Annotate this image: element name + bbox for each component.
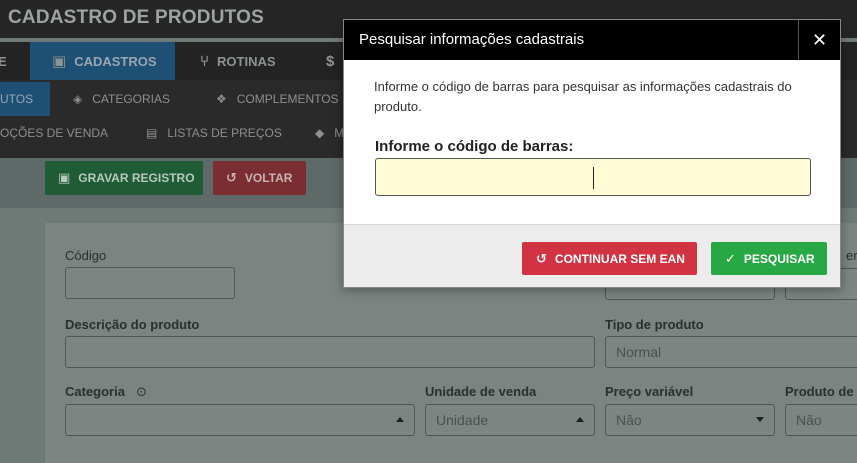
check-circle-icon[interactable]: ⊙ [136, 384, 147, 400]
cubes-icon: ❖ [216, 92, 227, 106]
caret-up-icon [576, 417, 584, 422]
sub-item-label: UTOS [0, 92, 34, 106]
back-button[interactable]: ↺ VOLTAR [213, 161, 306, 195]
menu-item-cadastros[interactable]: ▣ CADASTROS [30, 42, 175, 80]
descricao-label: Descrição do produto [65, 317, 200, 332]
categoria-select[interactable] [65, 404, 415, 436]
sub-item-label: LISTAS DE PREÇOS [167, 126, 282, 140]
save-record-label: GRAVAR REGISTRO [78, 171, 195, 185]
undo-icon: ↺ [226, 170, 237, 185]
tipo-value: Normal [616, 344, 662, 360]
dialog-footer: ↺ CONTINUAR SEM EAN ✓ PESQUISAR [344, 224, 840, 287]
sub-item-tags[interactable]: ◆ M [315, 116, 344, 150]
dialog-description: Informe o código de barras para pesquisa… [374, 79, 792, 114]
unidade-select[interactable]: Unidade [425, 404, 595, 436]
preco-select[interactable]: Não [605, 404, 775, 436]
unidade-value: Unidade [436, 412, 489, 428]
search-label: PESQUISAR [743, 251, 815, 266]
continue-without-ean-button[interactable]: ↺ CONTINUAR SEM EAN [522, 242, 697, 275]
partial-label: er [846, 248, 857, 263]
floppy-disk-icon: ▣ [58, 170, 71, 185]
text-cursor [593, 167, 594, 189]
back-label: VOLTAR [244, 171, 293, 185]
menu-item-partial[interactable]: E [0, 42, 18, 80]
undo-icon: ↺ [536, 250, 547, 266]
app-title: CADASTRO DE PRODUTOS [8, 7, 264, 28]
dialog-header: Pesquisar informações cadastrais ✕ [344, 20, 840, 60]
clipboard-icon: ▣ [52, 53, 67, 70]
menu-item-label: ROTINAS [217, 53, 276, 69]
produto-value: Não [796, 412, 822, 428]
sub-item-complementos[interactable]: ❖ COMPLEMENTOS [216, 82, 339, 116]
layers-icon: ◈ [73, 92, 83, 106]
produto-label: Produto de [785, 384, 854, 399]
codigo-label: Código [65, 248, 107, 263]
search-dialog: Pesquisar informações cadastrais ✕ Infor… [343, 19, 841, 288]
money-icon: $ [326, 52, 335, 70]
save-record-button[interactable]: ▣ GRAVAR REGISTRO [45, 161, 203, 195]
caret-up-icon [396, 417, 404, 422]
dialog-body: Informe o código de barras para pesquisa… [344, 60, 840, 224]
descricao-field[interactable] [65, 336, 595, 368]
preco-value: Não [616, 412, 642, 428]
menu-item-rotinas[interactable]: ⑂ ROTINAS [200, 42, 300, 80]
search-button[interactable]: ✓ PESQUISAR [711, 242, 827, 275]
close-button[interactable]: ✕ [798, 20, 840, 60]
sub-item-label: CATEGORIAS [92, 92, 171, 106]
produto-select[interactable]: Não [785, 404, 857, 436]
document-icon: ▤ [146, 126, 158, 140]
continue-label: CONTINUAR SEM EAN [554, 251, 685, 266]
tipo-label: Tipo de produto [605, 317, 704, 332]
tags-icon: ◆ [315, 126, 325, 140]
menu-item-label: E [0, 53, 7, 69]
menu-item-label: CADASTROS [74, 53, 157, 69]
sub-item-opcoes-venda[interactable]: OÇÕES DE VENDA [0, 116, 108, 150]
sub-item-produtos[interactable]: UTOS [0, 82, 50, 116]
sub-item-label: OÇÕES DE VENDA [0, 126, 109, 140]
preco-label: Preço variável [605, 384, 694, 399]
branch-icon: ⑂ [200, 52, 210, 70]
caret-down-icon [756, 417, 764, 422]
sub-item-categorias[interactable]: ◈ CATEGORIAS [73, 82, 170, 116]
tipo-select[interactable]: Normal [605, 336, 857, 368]
dialog-title: Pesquisar informações cadastrais [359, 31, 585, 48]
codigo-field[interactable] [65, 267, 235, 299]
categoria-label: Categoria [65, 384, 125, 399]
unidade-label: Unidade de venda [425, 384, 537, 399]
sub-item-label: COMPLEMENTOS [236, 92, 339, 106]
barcode-label: Informe o código de barras: [375, 138, 574, 155]
check-icon: ✓ [725, 250, 736, 266]
sub-item-listas-precos[interactable]: ▤ LISTAS DE PREÇOS [146, 116, 282, 150]
close-icon: ✕ [811, 29, 828, 50]
